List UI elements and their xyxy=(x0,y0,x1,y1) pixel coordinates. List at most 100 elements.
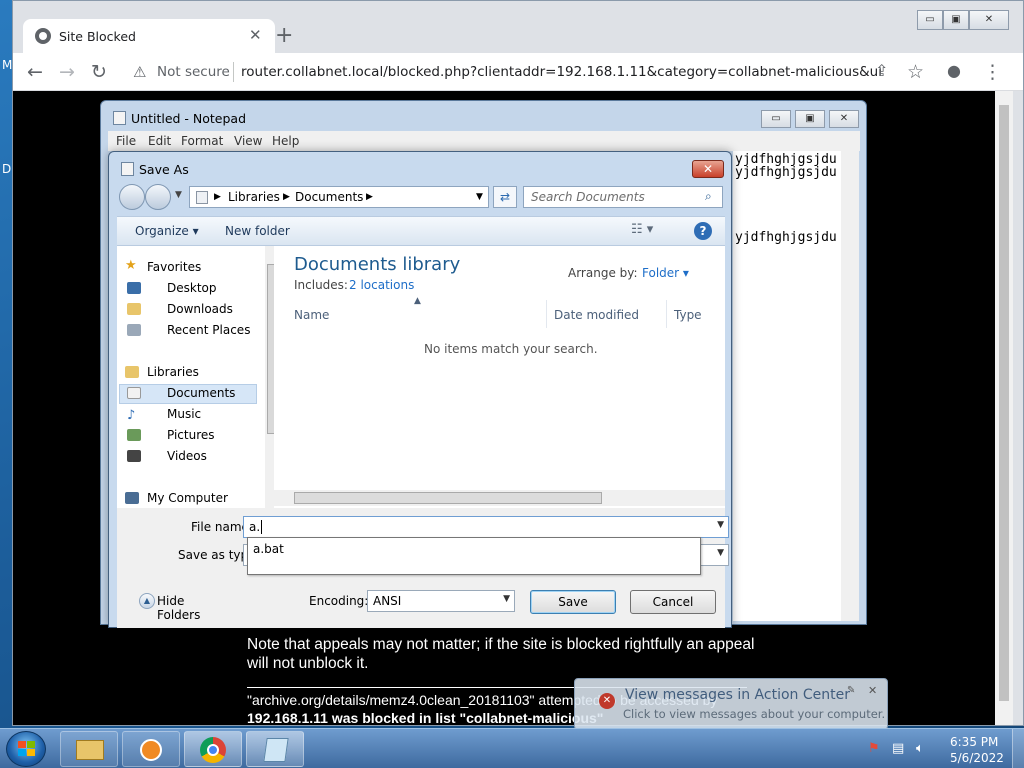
profile-icon[interactable]: ● xyxy=(947,61,961,80)
nav-libraries[interactable]: Libraries xyxy=(147,365,199,379)
file-list[interactable]: Documents library Includes: 2 locations … xyxy=(274,246,725,508)
breadcrumb-documents[interactable]: Documents xyxy=(295,190,363,204)
taskbar-chrome[interactable] xyxy=(184,731,242,767)
appeal-note: Note that appeals may not matter; if the… xyxy=(247,636,755,672)
view-options-icon[interactable]: ☷ ▾ xyxy=(631,222,653,237)
nav-videos[interactable]: Videos xyxy=(167,449,207,463)
back-arrow-icon[interactable] xyxy=(119,184,145,210)
column-name[interactable]: Name xyxy=(294,308,329,322)
media-player-icon xyxy=(140,739,162,761)
notepad-menubar: File Edit Format View Help xyxy=(108,131,860,151)
nav-favorites[interactable]: Favorites xyxy=(147,260,201,274)
taskbar-media-player[interactable] xyxy=(122,731,180,767)
save-button[interactable]: Save xyxy=(530,590,616,614)
new-folder-button[interactable]: New folder xyxy=(225,224,290,238)
organize-button[interactable]: Organize ▾ xyxy=(135,224,199,238)
refresh-icon[interactable]: ⇄ xyxy=(493,186,517,208)
volume-icon[interactable]: 🔈︎ xyxy=(916,741,924,756)
encoding-value: ANSI xyxy=(373,594,402,608)
chevron-down-icon[interactable]: ▼ xyxy=(476,192,483,202)
action-center-tray-icon[interactable]: ⚑ xyxy=(868,741,880,756)
menu-help[interactable]: Help xyxy=(272,134,299,148)
page-scrollbar[interactable] xyxy=(995,91,1013,725)
menu-view[interactable]: View xyxy=(234,134,262,148)
menu-format[interactable]: Format xyxy=(181,134,223,148)
breadcrumb[interactable]: ▶ Libraries ▶ Documents ▶ ▼ xyxy=(189,186,489,208)
chevron-right-icon: ▶ xyxy=(366,192,373,202)
folder-icon xyxy=(76,740,104,760)
locations-link[interactable]: 2 locations xyxy=(349,278,414,292)
network-icon[interactable]: ▤ xyxy=(892,741,904,756)
videos-icon xyxy=(127,450,141,462)
minimize-button[interactable]: ▭ xyxy=(917,10,943,30)
autocomplete-item[interactable]: a.bat xyxy=(253,542,284,556)
clock-date[interactable]: 5/6/2022 xyxy=(950,751,1004,765)
chevron-down-icon[interactable]: ▼ xyxy=(175,190,182,200)
nav-documents[interactable]: Documents xyxy=(167,386,235,400)
clock-time[interactable]: 6:35 PM xyxy=(950,735,998,749)
chevron-down-icon[interactable]: ▼ xyxy=(717,548,724,558)
menu-icon[interactable]: ⋮ xyxy=(983,61,1002,83)
forward-arrow-icon[interactable] xyxy=(145,184,171,210)
includes-label: Includes: xyxy=(294,278,348,292)
chevron-down-icon[interactable]: ▼ xyxy=(717,520,724,530)
menu-edit[interactable]: Edit xyxy=(148,134,171,148)
file-name-input[interactable]: a. ▼ xyxy=(243,516,729,538)
pin-icon[interactable]: ✎ xyxy=(847,685,855,696)
cancel-button[interactable]: Cancel xyxy=(630,590,716,614)
notepad-close-button[interactable]: ✕ xyxy=(829,110,859,128)
security-label[interactable]: Not secure xyxy=(157,64,230,80)
notepad-scrollbar[interactable] xyxy=(841,151,859,621)
encoding-label: Encoding: xyxy=(309,594,369,608)
column-divider[interactable] xyxy=(546,300,547,328)
bookmark-star-icon[interactable]: ☆ xyxy=(907,61,924,83)
reload-button[interactable]: ↻ xyxy=(91,61,107,83)
list-scrollbar[interactable] xyxy=(274,490,725,506)
autocomplete-list[interactable]: a.bat xyxy=(247,537,701,575)
column-type[interactable]: Type xyxy=(674,308,702,322)
forward-button[interactable]: → xyxy=(59,61,75,83)
column-date-modified[interactable]: Date modified xyxy=(554,308,639,322)
notification-subtitle: Click to view messages about your comput… xyxy=(623,707,886,721)
music-icon: ♪ xyxy=(127,408,136,423)
help-icon[interactable]: ? xyxy=(694,222,712,240)
restore-button[interactable]: ▣ xyxy=(943,10,969,30)
tab-site-blocked[interactable]: Site Blocked ✕ xyxy=(23,19,275,54)
notepad-minimize-button[interactable]: ▭ xyxy=(761,110,791,128)
tab-strip: Site Blocked ✕ + ▭ ▣ ✕ xyxy=(13,1,1023,54)
nav-music[interactable]: Music xyxy=(167,407,201,421)
dialog-close-button[interactable]: ✕ xyxy=(692,160,724,178)
new-tab-button[interactable]: + xyxy=(275,23,293,48)
url-text[interactable]: router.collabnet.local/blocked.php?clien… xyxy=(241,64,881,80)
arrange-by-dropdown[interactable]: Folder ▾ xyxy=(642,266,689,280)
share-icon[interactable]: ⇪ xyxy=(875,61,888,80)
back-button[interactable]: ← xyxy=(27,61,43,83)
breadcrumb-libraries[interactable]: Libraries xyxy=(228,190,280,204)
search-input[interactable]: Search Documents xyxy=(523,186,723,208)
close-icon[interactable]: ✕ xyxy=(868,684,877,697)
show-desktop-button[interactable] xyxy=(1012,729,1024,768)
start-button[interactable] xyxy=(6,731,46,767)
notepad-restore-button[interactable]: ▣ xyxy=(795,110,825,128)
notepad-icon xyxy=(113,111,126,125)
nav-recent-places[interactable]: Recent Places xyxy=(167,323,250,337)
browser-toolbar: ← → ↻ ⚠ Not secure router.collabnet.loca… xyxy=(13,53,1023,91)
search-icon[interactable]: ⌕ xyxy=(705,189,712,204)
nav-my-computer[interactable]: My Computer xyxy=(147,491,228,505)
action-center-notification[interactable]: ✕ View messages in Action Center Click t… xyxy=(574,678,888,730)
nav-desktop[interactable]: Desktop xyxy=(167,281,217,295)
address-bar[interactable]: ⚠ Not secure router.collabnet.local/bloc… xyxy=(123,58,903,86)
close-window-button[interactable]: ✕ xyxy=(969,10,1009,30)
empty-message: No items match your search. xyxy=(424,342,598,356)
taskbar-notepad[interactable] xyxy=(246,731,304,767)
menu-file[interactable]: File xyxy=(116,134,136,148)
command-bar: Organize ▾ New folder ☷ ▾ xyxy=(117,216,725,246)
close-tab-icon[interactable]: ✕ xyxy=(249,26,262,44)
column-divider[interactable] xyxy=(666,300,667,328)
recent-places-icon xyxy=(127,324,141,336)
chevron-down-icon[interactable]: ▼ xyxy=(503,594,510,604)
taskbar-explorer[interactable] xyxy=(60,731,118,767)
nav-pictures[interactable]: Pictures xyxy=(167,428,215,442)
encoding-dropdown[interactable]: ANSI ▼ xyxy=(367,590,515,612)
nav-downloads[interactable]: Downloads xyxy=(167,302,233,316)
